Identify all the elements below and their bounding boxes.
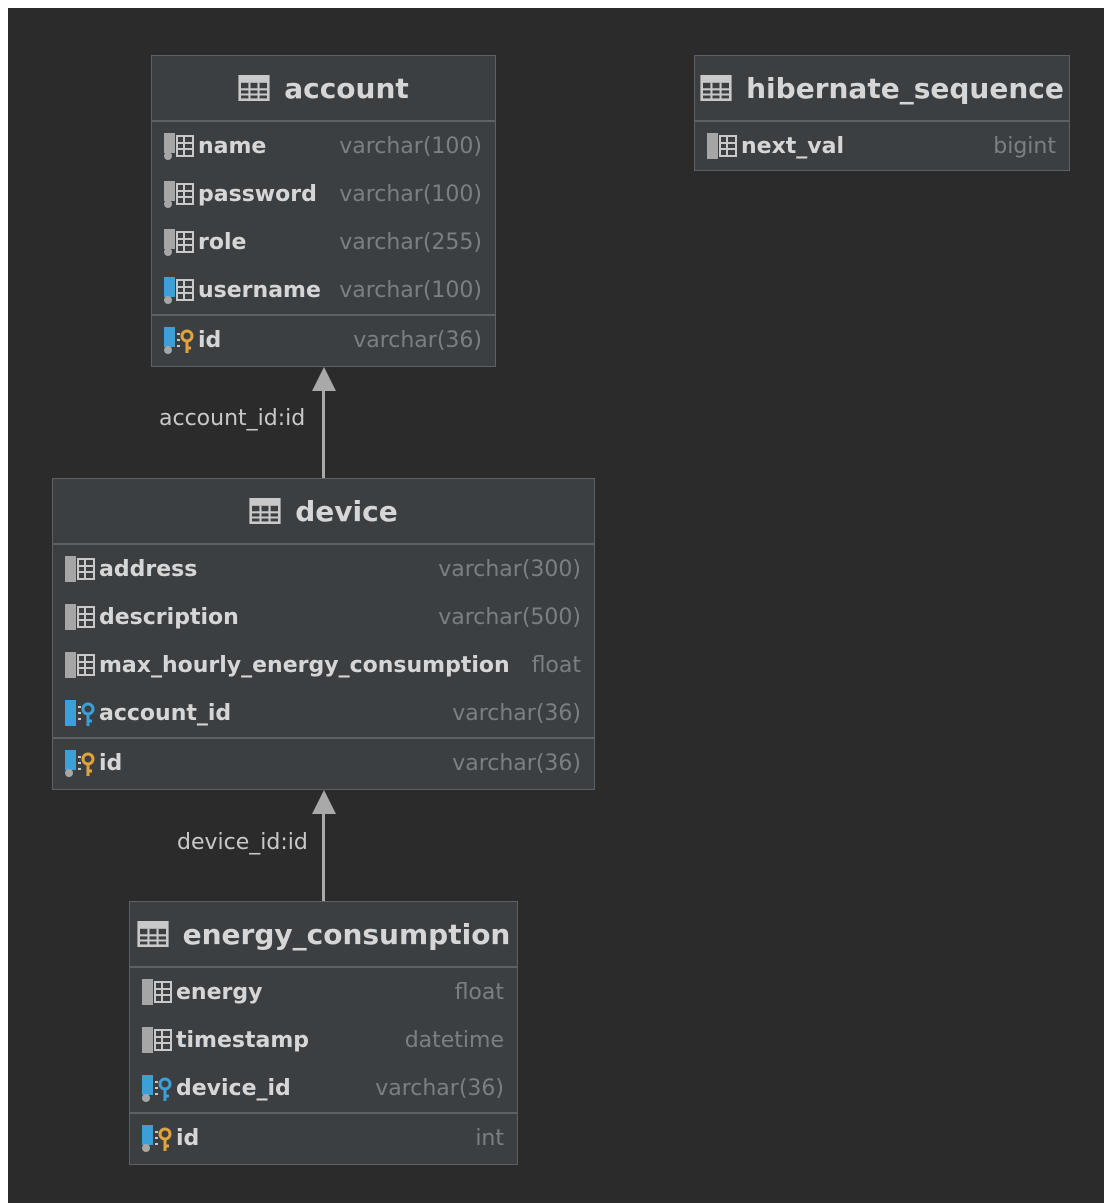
column-name: timestamp bbox=[176, 1027, 310, 1053]
table-title: energy_consumption bbox=[182, 917, 511, 951]
foreign-key-row[interactable]: account_id varchar(36) bbox=[53, 689, 594, 737]
table-title: device bbox=[295, 494, 398, 528]
column-row[interactable]: energy float bbox=[130, 968, 517, 1016]
column-row[interactable]: address varchar(300) bbox=[53, 545, 594, 593]
foreign-key-icon bbox=[63, 698, 97, 728]
column-type: varchar(255) bbox=[339, 229, 482, 255]
table-header-account[interactable]: account bbox=[152, 56, 495, 122]
column-row[interactable]: next_val bigint bbox=[695, 122, 1069, 170]
column-name: password bbox=[198, 181, 317, 207]
table-icon bbox=[137, 921, 169, 947]
column-icon bbox=[705, 131, 739, 161]
column-name: device_id bbox=[176, 1075, 291, 1101]
canvas-frame-left bbox=[0, 0, 8, 1203]
column-type: float bbox=[454, 979, 504, 1005]
column-type: float bbox=[531, 652, 581, 678]
column-row[interactable]: description varchar(500) bbox=[53, 593, 594, 641]
table-energy-consumption[interactable]: energy_consumption energy float timestam… bbox=[129, 901, 518, 1165]
primary-key-icon bbox=[140, 1123, 174, 1153]
table-title: account bbox=[284, 71, 409, 105]
table-header-device[interactable]: device bbox=[53, 479, 594, 545]
column-row[interactable]: role varchar(255) bbox=[152, 218, 495, 266]
primary-key-row[interactable]: id varchar(36) bbox=[53, 739, 594, 787]
column-type: varchar(36) bbox=[353, 327, 482, 353]
primary-key-row[interactable]: id int bbox=[130, 1114, 517, 1162]
column-type: datetime bbox=[404, 1027, 504, 1053]
relation-label-device-id: device_id:id bbox=[177, 830, 308, 855]
column-type: varchar(100) bbox=[339, 277, 482, 303]
table-icon bbox=[238, 75, 270, 101]
table-icon bbox=[700, 75, 732, 101]
table-device[interactable]: device address varchar(300) description … bbox=[52, 478, 595, 790]
column-row[interactable]: timestamp datetime bbox=[130, 1016, 517, 1064]
column-name: address bbox=[99, 556, 198, 582]
column-name: account_id bbox=[99, 700, 232, 726]
column-type: varchar(100) bbox=[339, 133, 482, 159]
column-notnull-icon bbox=[162, 227, 196, 257]
column-notnull-icon bbox=[162, 179, 196, 209]
primary-key-icon bbox=[63, 748, 97, 778]
foreign-key-row[interactable]: device_id varchar(36) bbox=[130, 1064, 517, 1112]
relation-arrow-device-icon bbox=[312, 789, 336, 815]
column-name: max_hourly_energy_consumption bbox=[99, 652, 510, 678]
column-name: id bbox=[176, 1125, 200, 1151]
column-name: id bbox=[99, 750, 123, 776]
column-name: description bbox=[99, 604, 239, 630]
table-title: hibernate_sequence bbox=[746, 71, 1064, 105]
column-row[interactable]: password varchar(100) bbox=[152, 170, 495, 218]
table-icon bbox=[249, 498, 281, 524]
column-row[interactable]: name varchar(100) bbox=[152, 122, 495, 170]
column-name: id bbox=[198, 327, 222, 353]
column-type: varchar(500) bbox=[438, 604, 581, 630]
column-type: int bbox=[475, 1125, 504, 1151]
primary-key-icon bbox=[162, 325, 196, 355]
column-type: varchar(36) bbox=[452, 700, 581, 726]
relation-line-energy-device bbox=[322, 812, 325, 902]
column-type: varchar(300) bbox=[438, 556, 581, 582]
table-hibernate-sequence[interactable]: hibernate_sequence next_val bigint bbox=[694, 55, 1070, 171]
column-type: varchar(36) bbox=[452, 750, 581, 776]
column-icon bbox=[63, 602, 97, 632]
column-icon bbox=[63, 554, 97, 584]
column-unique-icon bbox=[162, 275, 196, 305]
column-row[interactable]: max_hourly_energy_consumption float bbox=[53, 641, 594, 689]
column-name: username bbox=[198, 277, 321, 303]
relation-label-account-id: account_id:id bbox=[159, 406, 306, 431]
column-icon bbox=[140, 977, 174, 1007]
column-type: varchar(100) bbox=[339, 181, 482, 207]
relation-line-device-account bbox=[322, 388, 325, 478]
column-name: next_val bbox=[741, 133, 845, 159]
relation-arrow-account-icon bbox=[312, 366, 336, 392]
table-header-hibernate-sequence[interactable]: hibernate_sequence bbox=[695, 56, 1069, 122]
column-icon bbox=[140, 1025, 174, 1055]
column-type: bigint bbox=[993, 133, 1056, 159]
column-name: role bbox=[198, 229, 247, 255]
canvas-frame-top bbox=[0, 0, 1104, 8]
table-header-energy-consumption[interactable]: energy_consumption bbox=[130, 902, 517, 968]
table-account[interactable]: account name varchar(100) password varch… bbox=[151, 55, 496, 367]
column-name: name bbox=[198, 133, 267, 159]
column-notnull-icon bbox=[162, 131, 196, 161]
primary-key-row[interactable]: id varchar(36) bbox=[152, 316, 495, 364]
column-icon bbox=[63, 650, 97, 680]
column-row[interactable]: username varchar(100) bbox=[152, 266, 495, 314]
column-type: varchar(36) bbox=[375, 1075, 504, 1101]
column-name: energy bbox=[176, 979, 263, 1005]
foreign-key-icon bbox=[140, 1073, 174, 1103]
